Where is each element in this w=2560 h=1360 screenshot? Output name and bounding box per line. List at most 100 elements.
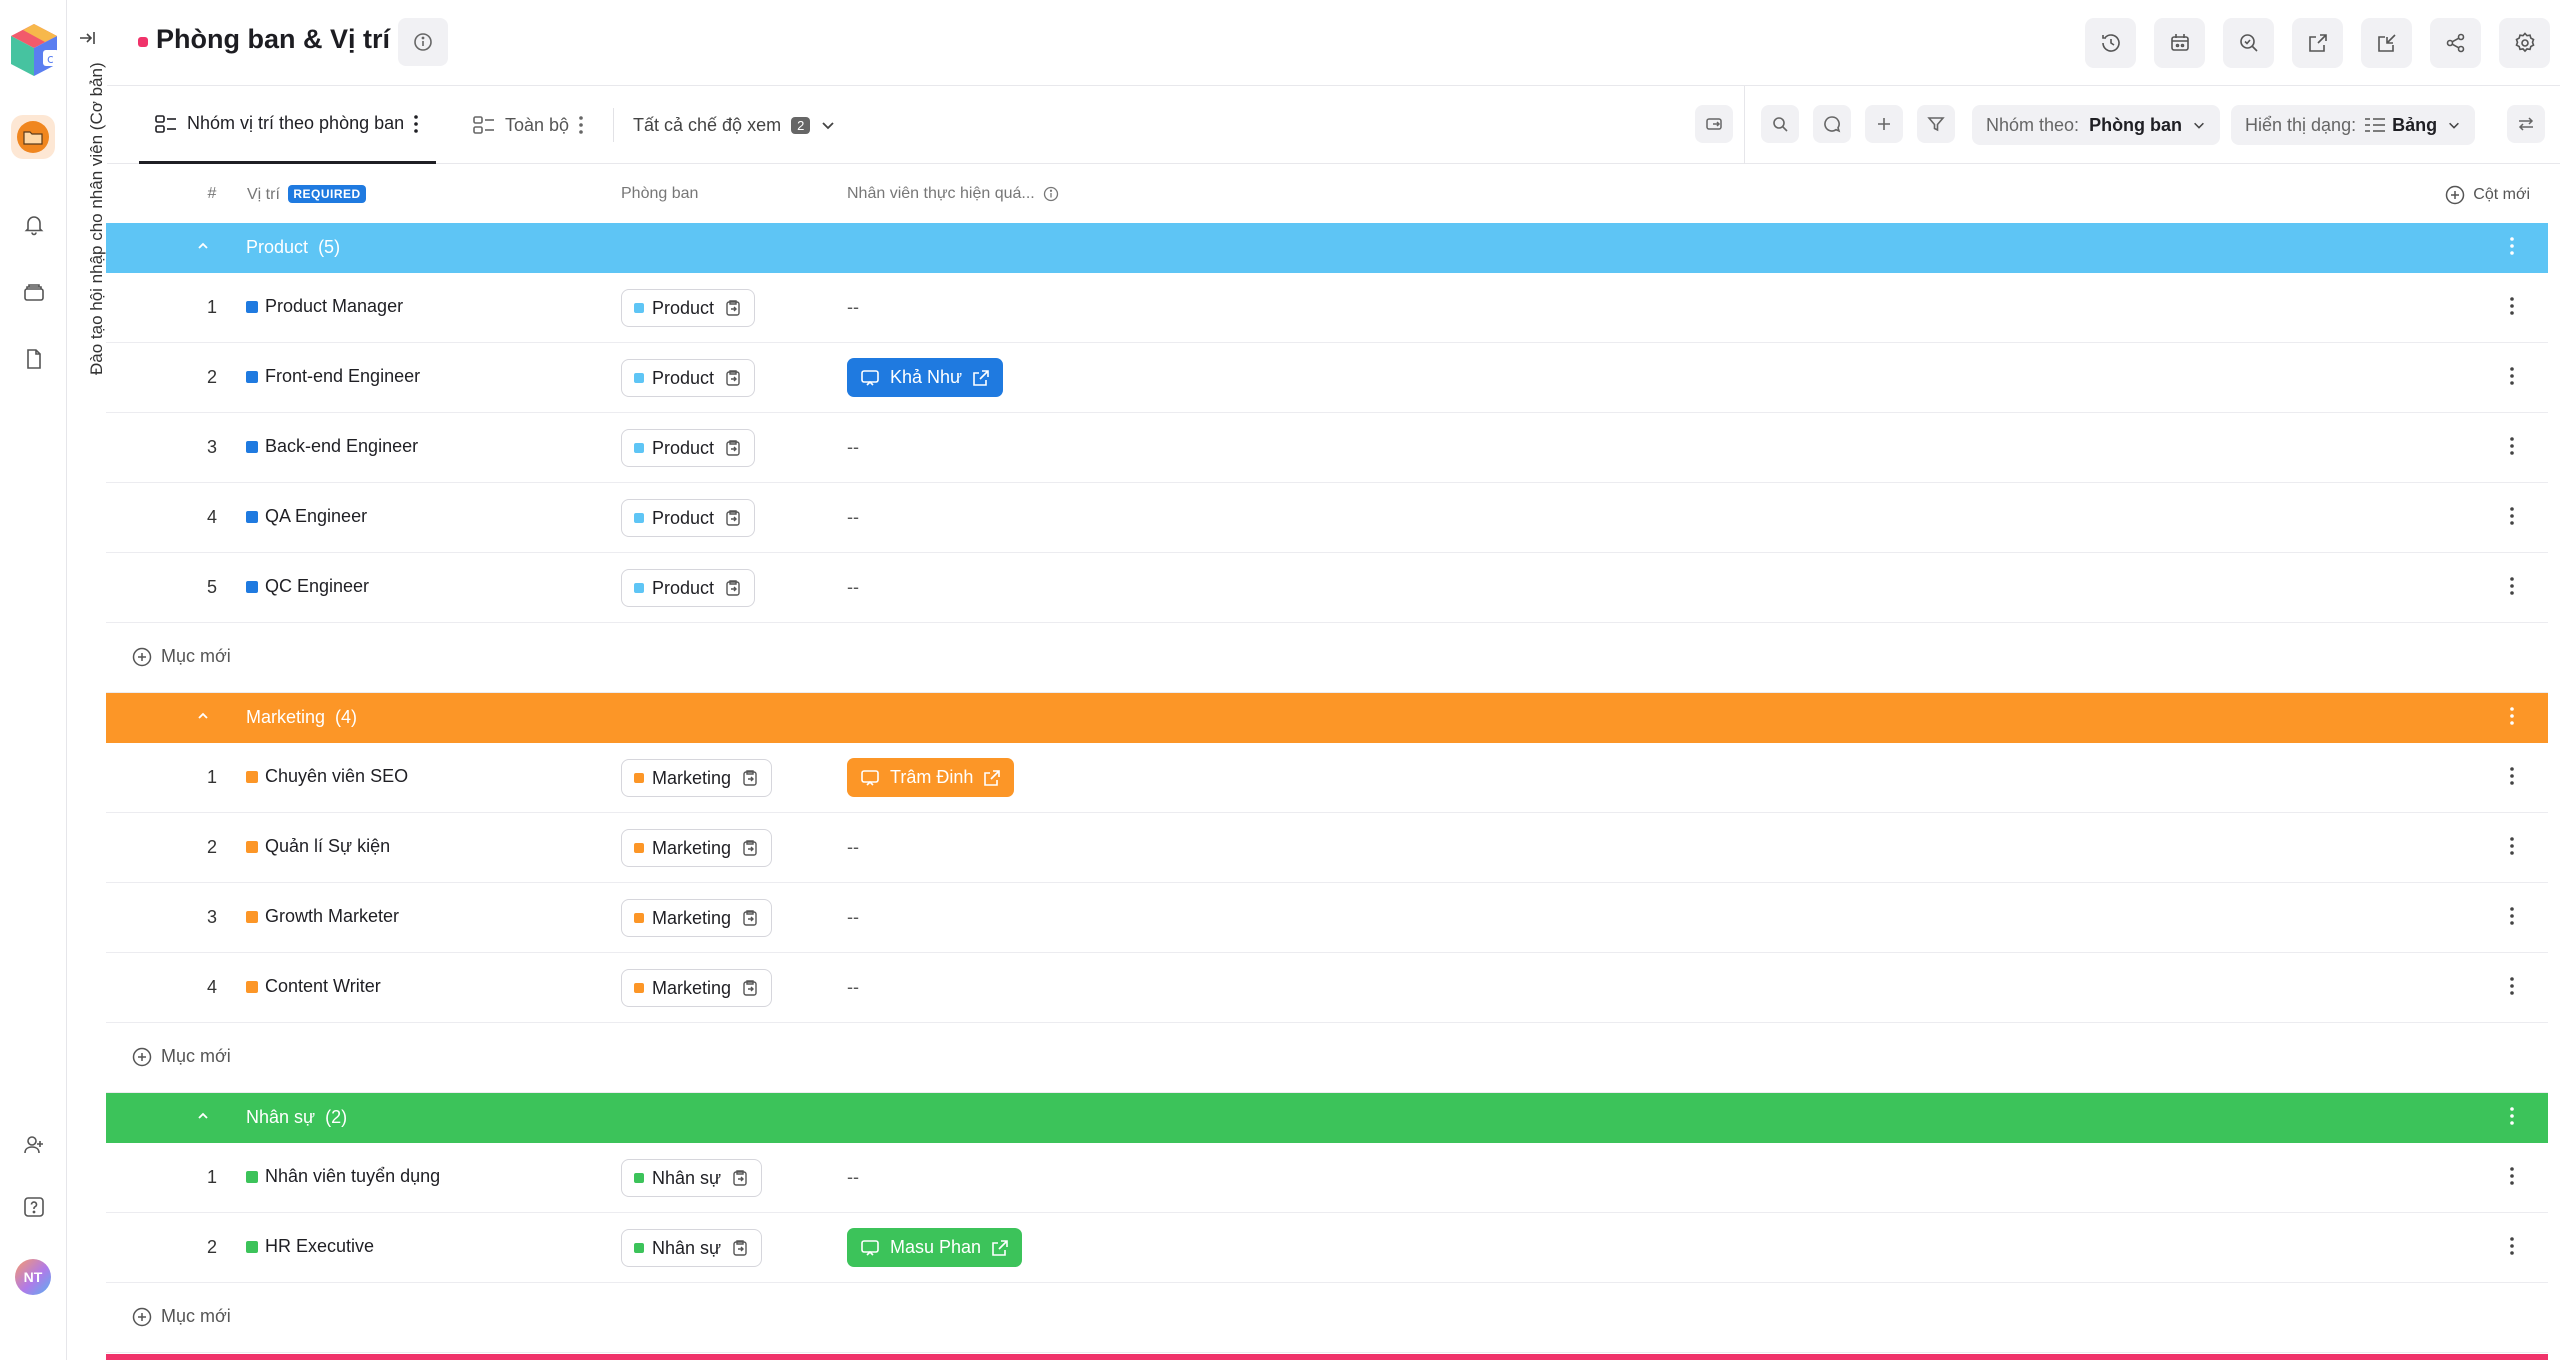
department-tag[interactable]: Nhân sự <box>621 1229 763 1267</box>
info-button[interactable] <box>398 18 448 66</box>
more-vertical-icon[interactable] <box>2510 707 2514 725</box>
table-row[interactable]: 4 QA Engineer Product -- <box>106 483 2548 553</box>
more-vertical-icon[interactable] <box>2510 577 2514 595</box>
col-department[interactable]: Phòng ban <box>621 185 698 203</box>
department-tag[interactable]: Marketing <box>621 899 773 937</box>
more-vertical-icon[interactable] <box>2510 837 2514 855</box>
history-button[interactable] <box>2085 18 2136 68</box>
more-vertical-icon[interactable] <box>2510 367 2514 385</box>
position-cell[interactable]: Growth Marketer <box>246 906 399 927</box>
external-link-icon[interactable] <box>991 1239 1009 1257</box>
linked-record-icon[interactable] <box>731 1169 749 1187</box>
position-cell[interactable]: Quản lí Sự kiện <box>246 836 390 857</box>
more-vertical-icon[interactable] <box>2510 977 2514 995</box>
linked-record-icon[interactable] <box>741 769 759 787</box>
tab-more-icon[interactable] <box>414 114 418 133</box>
more-vertical-icon[interactable] <box>2510 907 2514 925</box>
position-cell[interactable]: Content Writer <box>246 976 381 997</box>
tab-more-icon[interactable] <box>579 116 583 134</box>
more-vertical-icon[interactable] <box>2510 437 2514 455</box>
group-header[interactable]: Nhân sự (2) <box>106 1093 2548 1143</box>
breadcrumb[interactable]: Đào tạo hội nhập cho nhân viên (Cơ bản) <box>87 62 107 402</box>
add-person-icon[interactable] <box>22 1133 46 1157</box>
linked-record-icon[interactable] <box>724 369 742 387</box>
add-item-row[interactable]: Mục mới <box>106 1023 2548 1093</box>
add-item-button[interactable]: Mục mới <box>132 1306 231 1327</box>
more-vertical-icon[interactable] <box>2510 1167 2514 1185</box>
linked-record-icon[interactable] <box>741 979 759 997</box>
employee-chip[interactable]: Masu Phan <box>847 1228 1023 1267</box>
position-cell[interactable]: QC Engineer <box>246 576 369 597</box>
linked-record-icon[interactable] <box>741 839 759 857</box>
more-vertical-icon[interactable] <box>2510 297 2514 315</box>
chevron-up-icon[interactable] <box>196 239 210 253</box>
add-item-row[interactable]: Mục mới <box>106 623 2548 693</box>
add-column-button[interactable]: Cột mới <box>2445 185 2530 205</box>
tab-group-by-department[interactable]: Nhóm vị trí theo phòng ban <box>139 86 437 164</box>
table-row[interactable]: 1 Product Manager Product -- <box>106 273 2548 343</box>
display-as-dropdown[interactable]: Hiển thị dạng: Bảng <box>2231 105 2476 145</box>
external-link-icon[interactable] <box>972 369 990 387</box>
workspace-switcher[interactable] <box>11 115 55 159</box>
more-vertical-icon[interactable] <box>2510 237 2514 255</box>
department-tag[interactable]: Product <box>621 429 756 467</box>
department-tag[interactable]: Product <box>621 569 756 607</box>
document-icon[interactable] <box>22 347 46 371</box>
position-cell[interactable]: Front-end Engineer <box>246 366 420 387</box>
table-row[interactable]: 5 QC Engineer Product -- <box>106 553 2548 623</box>
linked-record-icon[interactable] <box>724 439 742 457</box>
linked-record-icon[interactable] <box>731 1239 749 1257</box>
search-zoom-button[interactable] <box>2223 18 2274 68</box>
app-logo-icon[interactable]: c <box>7 20 61 80</box>
export-button[interactable] <box>2292 18 2343 68</box>
more-vertical-icon[interactable] <box>2510 1237 2514 1255</box>
department-tag[interactable]: Marketing <box>621 969 773 1007</box>
col-employee[interactable]: Nhân viên thực hiện quá... <box>847 185 1059 203</box>
import-button[interactable] <box>2361 18 2412 68</box>
department-tag[interactable]: Product <box>621 289 756 327</box>
group-by-dropdown[interactable]: Nhóm theo: Phòng ban <box>1972 105 2221 145</box>
search-button[interactable] <box>1761 105 1799 143</box>
filter-button[interactable] <box>1917 105 1955 143</box>
table-row[interactable]: 3 Growth Marketer Marketing -- <box>106 883 2548 953</box>
table-row[interactable]: 3 Back-end Engineer Product -- <box>106 413 2548 483</box>
table-row[interactable]: 2 Quản lí Sự kiện Marketing -- <box>106 813 2548 883</box>
linked-record-icon[interactable] <box>724 299 742 317</box>
external-link-icon[interactable] <box>983 769 1001 787</box>
change-layout-button[interactable] <box>1695 105 1733 143</box>
chevron-up-icon[interactable] <box>196 709 210 723</box>
linked-record-icon[interactable] <box>741 909 759 927</box>
expand-panel-icon[interactable] <box>77 28 97 48</box>
group-header[interactable]: Product (5) <box>106 223 2548 273</box>
comment-button[interactable] <box>1813 105 1851 143</box>
group-header[interactable]: Marketing (4) <box>106 693 2548 743</box>
linked-record-icon[interactable] <box>724 509 742 527</box>
automation-button[interactable] <box>2154 18 2205 68</box>
position-cell[interactable]: HR Executive <box>246 1236 374 1257</box>
tab-all[interactable]: Toàn bộ <box>473 86 583 164</box>
employee-chip[interactable]: Khả Như <box>847 358 1004 397</box>
add-item-button[interactable]: Mục mới <box>132 646 231 667</box>
department-tag[interactable]: Marketing <box>621 759 773 797</box>
avatar[interactable]: NT <box>15 1259 51 1295</box>
bell-icon[interactable] <box>22 212 46 236</box>
position-cell[interactable]: Product Manager <box>246 296 403 317</box>
more-vertical-icon[interactable] <box>2510 1107 2514 1125</box>
position-cell[interactable]: Nhân viên tuyển dụng <box>246 1166 440 1187</box>
help-icon[interactable] <box>22 1195 46 1219</box>
add-button[interactable] <box>1865 105 1903 143</box>
linked-record-icon[interactable] <box>724 579 742 597</box>
department-tag[interactable]: Product <box>621 499 756 537</box>
more-vertical-icon[interactable] <box>2510 507 2514 525</box>
employee-chip[interactable]: Trâm Đinh <box>847 758 1015 797</box>
department-tag[interactable]: Nhân sự <box>621 1159 763 1197</box>
more-vertical-icon[interactable] <box>2510 767 2514 785</box>
all-views-dropdown[interactable]: Tất cả chế độ xem 2 <box>633 86 836 164</box>
table-row[interactable]: 2 Front-end Engineer Product Khả Như <box>106 343 2548 413</box>
position-cell[interactable]: Chuyên viên SEO <box>246 766 408 787</box>
department-tag[interactable]: Product <box>621 359 756 397</box>
position-cell[interactable]: QA Engineer <box>246 506 367 527</box>
col-position[interactable]: Vị trí REQUIRED <box>247 185 366 204</box>
table-row[interactable]: 1 Chuyên viên SEO Marketing Trâm Đinh <box>106 743 2548 813</box>
settings-button[interactable] <box>2499 18 2550 68</box>
